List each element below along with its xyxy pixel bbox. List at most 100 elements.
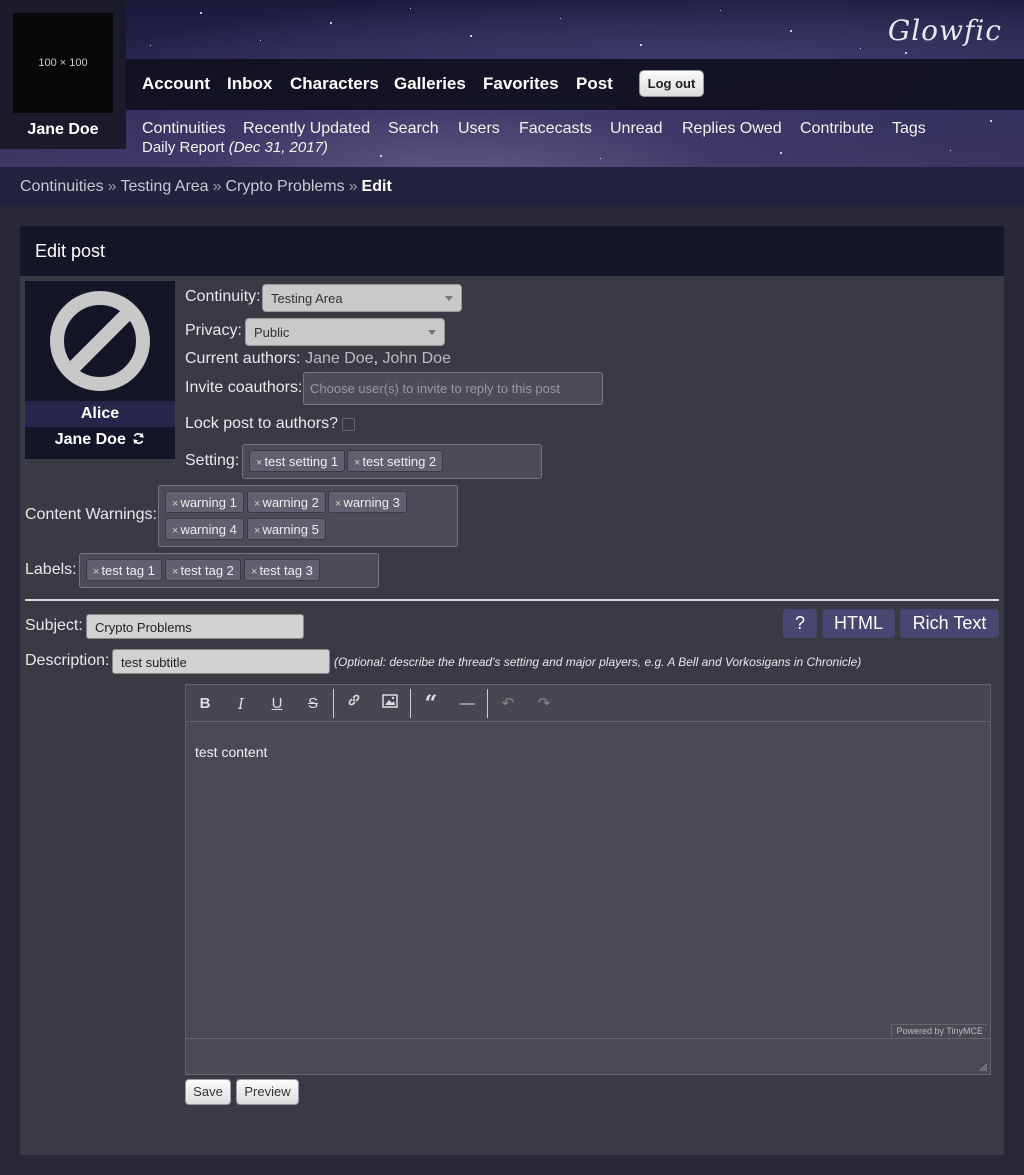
character-selector[interactable]: Alice Jane Doe <box>25 281 175 459</box>
nav-favorites[interactable]: Favorites <box>483 74 559 94</box>
chevron-down-icon <box>428 330 436 335</box>
subject-label: Subject: <box>25 617 83 634</box>
nav-post[interactable]: Post <box>576 74 613 94</box>
setting-tag[interactable]: × test setting 1 <box>249 450 346 472</box>
rich-text-mode-button[interactable]: Rich Text <box>900 609 999 638</box>
invite-coauthors-input[interactable]: Choose user(s) to invite to reply to thi… <box>303 372 603 405</box>
nav-inbox[interactable]: Inbox <box>227 74 272 94</box>
remove-tag-icon[interactable]: × <box>254 498 260 510</box>
toolbar-separator <box>410 689 411 718</box>
content-warnings-input[interactable]: × warning 1 × warning 2 × warning 3 × warnin… <box>158 485 458 547</box>
blockquote-icon[interactable]: “ <box>418 691 444 717</box>
content-warnings-label: Content Warnings: <box>25 506 157 523</box>
character-user-name: Jane Doe <box>54 431 126 448</box>
label-tag[interactable]: × test tag 1 <box>86 559 162 581</box>
toolbar-separator <box>333 689 334 718</box>
preview-button[interactable]: Preview <box>236 1079 299 1105</box>
warning-tag[interactable]: × warning 1 <box>165 491 244 513</box>
breadcrumb-separator: » <box>212 178 222 195</box>
subnav-users[interactable]: Users <box>458 120 500 138</box>
rich-text-editor[interactable]: B I U S “ — ↶ ↷ test content Powered by … <box>185 684 991 1075</box>
logout-button[interactable]: Log out <box>639 70 704 97</box>
privacy-label: Privacy: <box>185 322 242 339</box>
continuity-select[interactable]: Testing Area <box>262 284 462 312</box>
remove-tag-icon[interactable]: × <box>93 566 99 578</box>
remove-tag-icon[interactable]: × <box>172 566 178 578</box>
remove-tag-icon[interactable]: × <box>172 525 178 537</box>
warning-tag[interactable]: × warning 2 <box>247 491 326 513</box>
setting-tag-label: test setting 1 <box>264 454 339 469</box>
description-input[interactable]: test subtitle <box>112 649 330 674</box>
continuity-label: Continuity: <box>185 288 261 305</box>
subject-input[interactable]: Crypto Problems <box>86 614 304 639</box>
subnav-tags[interactable]: Tags <box>892 120 926 138</box>
lock-post-label: Lock post to authors? <box>185 415 338 432</box>
remove-tag-icon[interactable]: × <box>251 566 257 578</box>
link-icon[interactable] <box>341 691 367 717</box>
subnav-continuities[interactable]: Continuities <box>142 120 226 138</box>
warning-tag-label: warning 4 <box>180 522 237 537</box>
remove-tag-icon[interactable]: × <box>335 498 341 510</box>
user-avatar[interactable]: 100 × 100 <box>13 13 113 113</box>
daily-report-link[interactable]: Daily Report (Dec 31, 2017) <box>142 139 328 156</box>
underline-icon[interactable]: U <box>264 691 290 717</box>
character-name[interactable]: Alice <box>25 401 175 427</box>
subnav-replies-owed[interactable]: Replies Owed <box>682 120 782 138</box>
html-mode-button[interactable]: HTML <box>822 609 895 638</box>
privacy-select[interactable]: Public <box>245 318 445 346</box>
breadcrumb-continuities[interactable]: Continuities <box>20 178 104 195</box>
labels-input[interactable]: × test tag 1 × test tag 2 × test tag 3 <box>79 553 379 588</box>
setting-tag[interactable]: × test setting 2 <box>347 450 444 472</box>
editor-statusbar <box>186 1038 990 1074</box>
site-logo[interactable]: Glowfic <box>888 14 1002 47</box>
bold-icon[interactable]: B <box>192 691 218 717</box>
editor-content[interactable]: test content <box>186 722 990 1038</box>
author-link[interactable]: John Doe <box>382 350 451 367</box>
continuity-value: Testing Area <box>271 291 343 306</box>
subnav-facecasts[interactable]: Facecasts <box>519 120 592 138</box>
invite-coauthors-placeholder: Choose user(s) to invite to reply to thi… <box>310 381 561 396</box>
strikethrough-icon[interactable]: S <box>300 691 326 717</box>
image-icon[interactable] <box>377 691 403 717</box>
label-tag[interactable]: × test tag 2 <box>165 559 241 581</box>
character-user[interactable]: Jane Doe <box>25 431 175 449</box>
no-icon-placeholder-icon[interactable] <box>50 291 150 391</box>
breadcrumb-continuity[interactable]: Testing Area <box>121 178 209 195</box>
warning-tag[interactable]: × warning 5 <box>247 518 326 540</box>
breadcrumb-post[interactable]: Crypto Problems <box>225 178 344 195</box>
setting-input[interactable]: × test setting 1 × test setting 2 <box>242 444 542 479</box>
help-button[interactable]: ? <box>783 609 817 638</box>
powered-by-tinymce[interactable]: Powered by TinyMCE <box>891 1024 987 1037</box>
remove-tag-icon[interactable]: × <box>254 525 260 537</box>
main-nav: Account Inbox Characters Galleries Favor… <box>126 59 1024 110</box>
undo-icon[interactable]: ↶ <box>495 691 521 717</box>
horizontal-rule-icon[interactable]: — <box>454 691 480 717</box>
label-tag[interactable]: × test tag 3 <box>244 559 320 581</box>
daily-report-date: (Dec 31, 2017) <box>228 139 328 156</box>
subnav-recently-updated[interactable]: Recently Updated <box>243 120 370 138</box>
nav-account[interactable]: Account <box>142 74 210 94</box>
breadcrumb-separator: » <box>348 178 358 195</box>
warning-tag[interactable]: × warning 3 <box>328 491 407 513</box>
resize-handle-icon[interactable] <box>978 1062 988 1072</box>
lock-post-checkbox[interactable] <box>342 418 355 431</box>
author-link[interactable]: Jane Doe <box>305 350 374 367</box>
subnav-contribute[interactable]: Contribute <box>800 120 874 138</box>
label-tag-label: test tag 2 <box>180 563 234 578</box>
refresh-icon[interactable] <box>132 432 145 445</box>
remove-tag-icon[interactable]: × <box>354 457 360 469</box>
invite-coauthors-label: Invite coauthors: <box>185 379 303 396</box>
label-tag-label: test tag 3 <box>259 563 313 578</box>
remove-tag-icon[interactable]: × <box>172 498 178 510</box>
subnav-search[interactable]: Search <box>388 120 439 138</box>
subnav-unread[interactable]: Unread <box>610 120 662 138</box>
warning-tag-label: warning 3 <box>343 495 400 510</box>
redo-icon[interactable]: ↷ <box>531 691 557 717</box>
warning-tag[interactable]: × warning 4 <box>165 518 244 540</box>
user-name[interactable]: Jane Doe <box>0 121 126 139</box>
save-button[interactable]: Save <box>185 1079 231 1105</box>
remove-tag-icon[interactable]: × <box>256 457 262 469</box>
nav-characters[interactable]: Characters <box>290 74 379 94</box>
nav-galleries[interactable]: Galleries <box>394 74 466 94</box>
italic-icon[interactable]: I <box>228 691 254 717</box>
